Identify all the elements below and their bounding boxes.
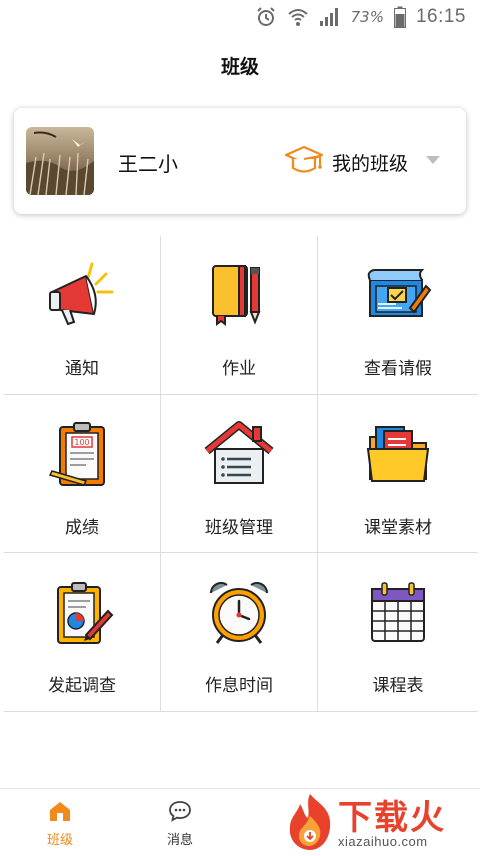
tab-label: 班级 (46, 833, 73, 848)
clipboard-score-icon: 100 (46, 419, 118, 491)
my-class-label: 我的班级 (332, 152, 409, 175)
status-bar: 73% 16:15 (0, 0, 480, 34)
my-class-selector[interactable]: 我的班级 (284, 142, 408, 182)
menu-item-notice[interactable]: 通知 (4, 236, 161, 395)
tab-class[interactable]: 班级 (20, 799, 100, 848)
menu-item-survey[interactable]: 发起调查 (4, 553, 161, 712)
calendar-icon (362, 577, 434, 649)
wifi-icon (287, 7, 309, 27)
menu-item-class-management[interactable]: 班级管理 (161, 395, 318, 553)
class-avatar (26, 127, 94, 195)
menu-grid: 通知 作业 查看请假 100 成绩 班级管理 课堂素材 发起调查 作息时间 课程… (4, 236, 478, 712)
page-title: 班级 (220, 56, 259, 78)
chat-icon (140, 799, 220, 823)
menu-label: 通知 (65, 359, 99, 379)
menu-item-leave-requests[interactable]: 查看请假 (318, 236, 478, 395)
menu-label: 课堂素材 (364, 518, 432, 538)
menu-item-timetable[interactable]: 课程表 (318, 553, 478, 712)
svg-text:100: 100 (74, 438, 89, 447)
watermark-logo: 下载火 xiazaihuo.com (282, 790, 478, 852)
menu-label: 作息时间 (205, 676, 273, 696)
tab-label: 消息 (166, 833, 193, 848)
house-icon (203, 419, 275, 491)
battery-percent: 73% (350, 8, 384, 26)
megaphone-icon (46, 260, 118, 332)
notebook-icon (203, 260, 275, 332)
battery-icon (393, 6, 406, 28)
watermark-url: xiazaihuo.com (338, 834, 428, 849)
class-card[interactable]: 王二小 我的班级 (14, 108, 466, 214)
tab-messages[interactable]: 消息 (140, 799, 220, 848)
menu-label: 查看请假 (364, 359, 432, 379)
graduation-cap-icon (284, 144, 324, 180)
alarm-clock-icon (203, 577, 275, 649)
alarm-icon (255, 6, 277, 28)
menu-label: 作业 (222, 359, 256, 379)
signal-icon (319, 7, 341, 27)
folder-icon (362, 419, 434, 491)
clock-time: 16:15 (415, 6, 466, 27)
menu-item-class-materials[interactable]: 课堂素材 (318, 395, 478, 553)
menu-item-schedule-time[interactable]: 作息时间 (161, 553, 318, 712)
menu-item-grades[interactable]: 100 成绩 (4, 395, 161, 553)
blueprint-icon (362, 260, 434, 332)
menu-label: 课程表 (372, 676, 424, 696)
menu-label: 班级管理 (205, 518, 273, 538)
chevron-down-icon[interactable] (426, 156, 440, 164)
menu-label: 发起调查 (48, 676, 116, 696)
home-icon (20, 799, 100, 823)
class-name: 王二小 (118, 152, 178, 176)
menu-item-homework[interactable]: 作业 (161, 236, 318, 395)
flame-icon (289, 794, 331, 850)
watermark-text: 下载火 (338, 798, 446, 838)
menu-label: 成绩 (65, 518, 99, 538)
survey-icon (46, 577, 118, 649)
